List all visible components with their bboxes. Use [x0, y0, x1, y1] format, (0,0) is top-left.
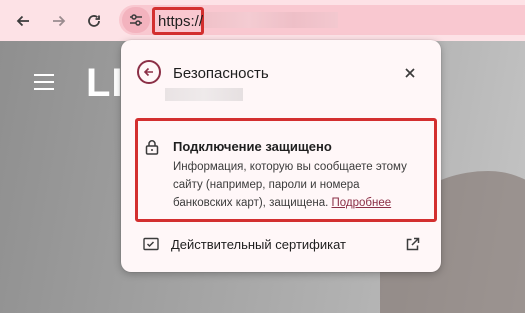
connection-description: Информация, которую вы сообщаете этому с…: [173, 158, 413, 212]
back-circle-icon: [143, 67, 153, 77]
security-popup: Безопасность Подключение защищено Информ…: [121, 40, 441, 272]
connection-status-title: Подключение защищено: [173, 139, 332, 154]
url-scheme-highlight[interactable]: https://: [152, 7, 204, 35]
external-link-icon[interactable]: [405, 236, 421, 257]
tune-icon: [130, 14, 142, 26]
close-button[interactable]: [400, 63, 420, 83]
certificate-label: Действительный сертификат: [171, 237, 346, 252]
reload-icon: [88, 15, 100, 27]
popup-back-button[interactable]: [137, 60, 161, 84]
site-domain-redacted: [165, 88, 243, 101]
lock-icon: [145, 139, 159, 160]
url-scheme: https://: [158, 12, 204, 30]
popup-title: Безопасность: [173, 65, 269, 82]
back-button[interactable]: [10, 8, 36, 34]
url-redacted: [204, 12, 338, 28]
reload-button[interactable]: [81, 8, 107, 34]
site-info-button[interactable]: [122, 7, 150, 33]
arrow-left-icon: [16, 15, 29, 27]
close-icon: [405, 68, 415, 78]
certificate-row[interactable]: Действительный сертификат: [143, 235, 425, 255]
site-logo: LI: [86, 61, 124, 105]
arrow-right-icon: [53, 15, 66, 27]
forward-button[interactable]: [46, 8, 72, 34]
menu-icon[interactable]: [34, 74, 54, 95]
browser-toolbar: https://: [0, 0, 525, 41]
certificate-icon: [143, 237, 159, 256]
more-info-link[interactable]: Подробнее: [332, 197, 392, 209]
